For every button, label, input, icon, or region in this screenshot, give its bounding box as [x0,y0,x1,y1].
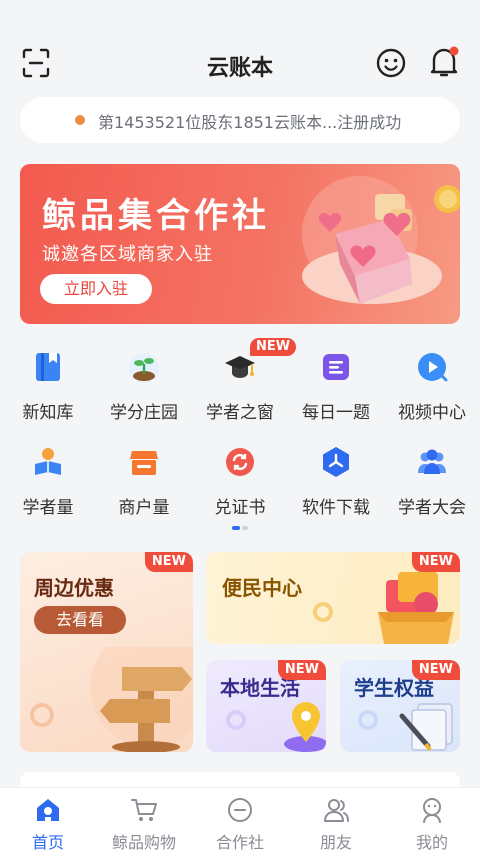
tab-shopping[interactable]: 鲸品购物 [96,788,192,853]
exchange-icon [226,448,254,476]
shortcut-label: 每日一题 [302,403,370,423]
reader-icon [35,448,61,475]
shortcut-label: 商户量 [118,498,170,518]
shortcut-merchant-count[interactable]: 商户量 [96,435,192,525]
shortcut-label: 视频中心 [398,403,466,423]
notice-text: 第1453521位股东1851云账本...注册成功 [98,113,402,132]
service-center-card[interactable]: 便民中心 NEW [206,552,460,644]
shop-icon [130,451,158,475]
bottom-tab-bar: 首页 鲸品购物 合作社 朋友 我的 [0,787,480,853]
location-pin-icon [226,702,326,752]
go-see-button[interactable]: 去看看 [34,606,126,634]
shortcut-credit-farm[interactable]: 学分庄园 [96,340,192,430]
customer-service-icon[interactable] [375,47,407,79]
card-title: 便民中心 [222,576,302,600]
notification-dot [449,46,459,56]
shortcut-scholar-conference[interactable]: 学者大会 [384,435,480,525]
profile-icon [423,798,441,823]
local-life-card[interactable]: 本地生活 NEW [206,660,326,752]
book-icon [36,353,60,381]
tab-friends[interactable]: 朋友 [288,788,384,853]
shortcut-scholar-window[interactable]: NEW 学者之窗 [192,338,297,430]
student-rights-card[interactable]: 学生权益 NEW [340,660,460,752]
cart-icon [131,799,157,821]
shortcut-software-download[interactable]: 软件下载 [288,435,384,525]
tab-profile[interactable]: 我的 [384,788,480,853]
book-pencil-icon [358,703,453,752]
gift-box-illustration [302,176,460,304]
new-badge: NEW [277,660,326,680]
shortcut-scholar-count[interactable]: 学者量 [0,435,96,525]
coop-icon [228,798,252,822]
tab-label: 我的 [415,833,448,852]
signpost-illustration [30,647,193,752]
promo-banner[interactable]: 鲸品集合作社 诚邀各区域商家入驻 立即入驻 [20,164,460,324]
banner-title: 鲸品集合作社 [42,196,270,236]
nearby-deals-card[interactable]: 周边优惠 NEW 去看看 [20,552,193,752]
tab-home[interactable]: 首页 [0,788,96,853]
shortcut-redeem-certificate[interactable]: 兑证书 [192,435,288,525]
friends-icon [324,799,349,822]
new-badge: NEW [411,660,460,680]
page-indicator [232,526,248,530]
notice-dot-icon [75,115,85,125]
shortcut-daily-question[interactable]: 每日一题 [288,340,384,430]
list-icon [323,354,349,380]
shortcut-label: 学分庄园 [110,403,178,423]
page-title: 云账本 [206,56,273,81]
home-icon [37,799,59,821]
page-dot-active [232,526,240,530]
tab-label: 合作社 [215,833,264,852]
play-icon [418,353,448,382]
bell-icon[interactable] [428,45,460,79]
notice-bar[interactable]: 第1453521位股东1851云账本...注册成功 [20,97,460,143]
people-icon [418,449,446,474]
tab-label: 鲸品购物 [111,833,176,852]
shortcut-knowledge-base[interactable]: 新知库 [0,340,96,430]
shortcut-label: 学者大会 [398,498,466,518]
banner-subtitle: 诚邀各区域商家入驻 [42,244,213,265]
shortcut-label: 学者量 [22,498,74,518]
shortcut-label: 新知库 [22,403,74,423]
new-badge: NEW [144,552,193,572]
tab-label: 首页 [31,833,64,852]
card-title: 周边优惠 [34,576,114,600]
join-now-button[interactable]: 立即入驻 [40,274,152,304]
hexagon-icon [323,447,349,477]
shortcut-video-center[interactable]: 视频中心 [384,340,480,430]
tab-cooperative[interactable]: 合作社 [192,788,288,853]
shortcut-label: 学者之窗 [206,403,274,423]
shortcut-label: 软件下载 [302,498,370,518]
gift-box-icon [313,572,454,644]
sprout-icon [129,353,159,383]
top-bar: 云账本 [0,0,480,95]
tab-label: 朋友 [319,833,352,852]
page-dot [242,526,248,530]
shortcut-label: 兑证书 [214,498,266,518]
